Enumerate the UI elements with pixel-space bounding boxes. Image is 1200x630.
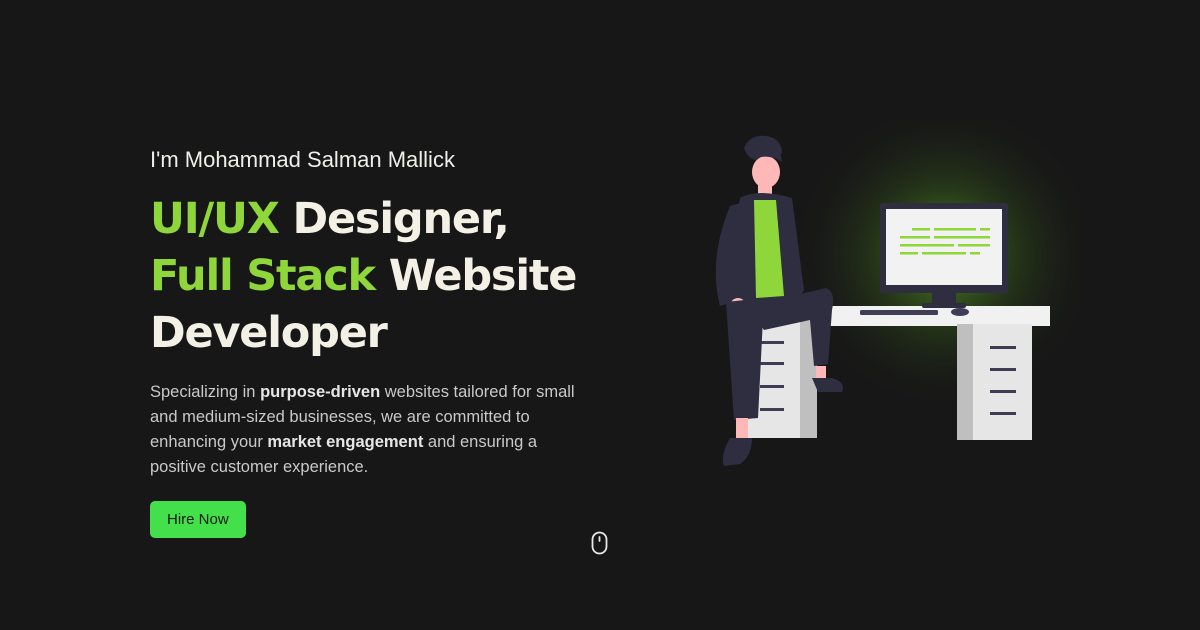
hero-section: I'm Mohammad Salman Mallick UI/UX Design… — [150, 145, 620, 538]
keyboard — [860, 310, 938, 315]
description-bold-1: purpose-driven — [260, 383, 381, 401]
mouse-scroll-icon[interactable] — [591, 531, 608, 555]
computer-mouse — [951, 308, 969, 316]
description: Specializing in purpose-driven websites … — [150, 380, 580, 480]
developer-illustration — [715, 120, 1080, 466]
monitor — [880, 203, 1008, 308]
headline-text-2: Website — [374, 251, 578, 301]
headline-text-1: Designer, — [278, 194, 509, 244]
headline-accent-1: UI/UX — [150, 194, 280, 244]
intro-text: I'm Mohammad Salman Mallick — [150, 147, 455, 172]
description-bold-2: market engagement — [267, 433, 424, 451]
headline: UI/UX Designer, Full Stack Website Devel… — [150, 191, 620, 362]
headline-text-3: Developer — [150, 308, 388, 358]
headline-accent-2: Full Stack — [150, 251, 376, 301]
description-text-1: Specializing in — [150, 383, 261, 401]
hire-now-button[interactable]: Hire Now — [150, 501, 246, 538]
